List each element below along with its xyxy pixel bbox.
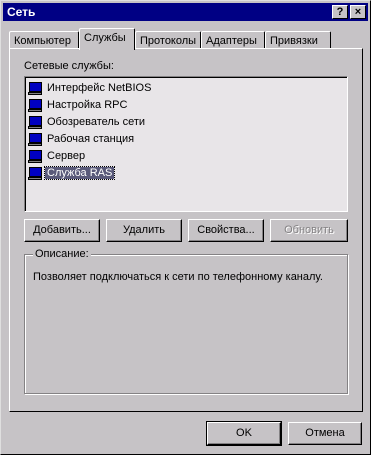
tab-services[interactable]: Службы: [79, 28, 135, 50]
network-service-icon: [28, 115, 42, 129]
services-list[interactable]: Интерфейс NetBIOS Настройка RPC Обозрева…: [24, 76, 348, 212]
tab-label: Протоколы: [140, 35, 197, 47]
update-button[interactable]: Обновить: [270, 219, 348, 242]
tab-label: Компьютер: [14, 35, 71, 47]
remove-button[interactable]: Удалить: [106, 219, 182, 242]
close-button[interactable]: ×: [350, 5, 366, 19]
network-service-icon: [28, 149, 42, 163]
list-item-selected[interactable]: Служба RAS: [28, 165, 116, 181]
list-item[interactable]: Интерфейс NetBIOS: [28, 80, 153, 96]
list-item-label: Настройка RPC: [47, 99, 128, 111]
list-item-label: Сервер: [47, 150, 86, 162]
list-item-label: Рабочая станция: [47, 133, 135, 145]
list-item[interactable]: Обозреватель сети: [28, 114, 147, 130]
description-label: Описание:: [33, 248, 91, 260]
tab-label: Адаптеры: [206, 35, 257, 47]
properties-button[interactable]: Свойства...: [188, 219, 264, 242]
help-button[interactable]: ?: [332, 5, 348, 19]
network-service-icon: [28, 81, 42, 95]
list-item[interactable]: Сервер: [28, 148, 87, 164]
network-service-icon: [28, 166, 42, 180]
description-text: Позволяет подключаться к сети по телефон…: [33, 271, 323, 283]
services-tab-panel: Сетевые службы: Интерфейс NetBIOS Настро…: [9, 48, 363, 412]
description-group: Описание: Позволяет подключаться к сети …: [24, 248, 348, 394]
list-item[interactable]: Настройка RPC: [28, 97, 129, 113]
network-dialog: Сеть ? × Компьютер Службы Протоколы Адап…: [0, 0, 371, 455]
list-item-label: Интерфейс NetBIOS: [47, 82, 152, 94]
list-item[interactable]: Рабочая станция: [28, 131, 136, 147]
services-label: Сетевые службы:: [24, 60, 114, 72]
network-service-icon: [28, 98, 42, 112]
title-bar[interactable]: Сеть ? ×: [3, 3, 368, 21]
tab-label: Службы: [84, 32, 126, 44]
add-button[interactable]: Добавить...: [24, 219, 100, 242]
ok-button[interactable]: OK: [206, 421, 282, 446]
list-item-label: Служба RAS: [43, 166, 116, 180]
cancel-button[interactable]: Отмена: [288, 422, 362, 445]
window-title: Сеть: [7, 5, 36, 19]
list-item-label: Обозреватель сети: [47, 116, 146, 128]
tab-label: Привязки: [270, 35, 318, 47]
network-service-icon: [28, 132, 42, 146]
